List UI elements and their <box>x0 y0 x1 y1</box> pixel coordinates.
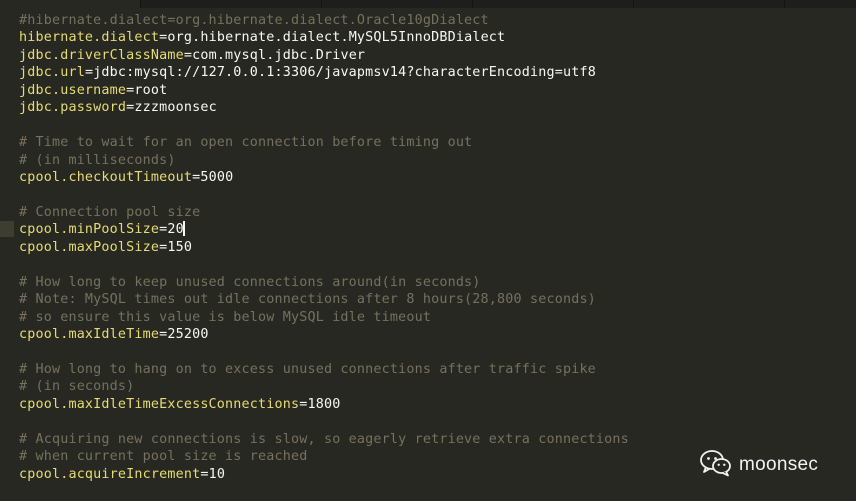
property-key-token: cpool.maxIdleTime <box>19 327 160 342</box>
comment-token: # when current pool size is reached <box>19 449 308 464</box>
property-key-token: cpool.maxIdleTimeExcessConnections <box>19 397 300 412</box>
code-line[interactable]: # Time to wait for an open connection be… <box>19 134 472 151</box>
code-line[interactable]: cpool.acquireIncrement=10 <box>19 466 225 483</box>
code-editor[interactable]: #hibernate.dialect=org.hibernate.dialect… <box>0 12 856 501</box>
property-key-token: cpool.checkoutTimeout <box>19 170 193 185</box>
comment-token: # Note: MySQL times out idle connections… <box>19 292 596 307</box>
property-value-token: com.mysql.jdbc.Driver <box>192 48 366 63</box>
property-value-token: 1800 <box>307 397 341 412</box>
property-key-token: jdbc.username <box>19 83 127 98</box>
code-line[interactable]: # when current pool size is reached <box>19 448 307 465</box>
comment-token: # (in seconds) <box>19 379 135 394</box>
comment-token: # Time to wait for an open connection be… <box>19 135 473 150</box>
code-line[interactable]: jdbc.username=root <box>19 82 167 99</box>
watermark: moonsec <box>700 450 818 480</box>
code-line[interactable]: # (in seconds) <box>19 378 134 395</box>
comment-token: # (in milliseconds) <box>19 153 176 168</box>
property-value-token: org.hibernate.dialect.MySQL5InnoDBDialec… <box>167 30 506 45</box>
property-key-token: hibernate.dialect <box>19 30 160 45</box>
code-line[interactable]: # Note: MySQL times out idle connections… <box>19 291 596 308</box>
property-value-token: 150 <box>167 240 193 255</box>
property-key-token: cpool.maxPoolSize <box>19 240 160 255</box>
code-line[interactable]: cpool.maxIdleTime=25200 <box>19 326 209 343</box>
property-key-token: jdbc.url <box>19 65 85 80</box>
equals-token: = <box>183 48 193 63</box>
code-line[interactable]: jdbc.driverClassName=com.mysql.jdbc.Driv… <box>19 47 365 64</box>
code-line[interactable]: cpool.checkoutTimeout=5000 <box>19 169 233 186</box>
equals-token: = <box>84 65 94 80</box>
code-line[interactable]: cpool.maxIdleTimeExcessConnections=1800 <box>19 396 340 413</box>
current-line-gutter-marker <box>0 221 14 237</box>
code-line[interactable]: # Acquiring new connections is slow, so … <box>19 431 629 448</box>
text-caret <box>182 221 185 236</box>
comment-token: # Acquiring new connections is slow, so … <box>19 432 629 447</box>
property-value-token: 20 <box>167 222 184 237</box>
comment-token: # How long to hang on to excess unused c… <box>19 362 596 377</box>
tab-bar <box>0 0 856 8</box>
code-line[interactable]: # so ensure this value is below MySQL id… <box>19 309 431 326</box>
tab[interactable] <box>322 0 473 8</box>
property-key-token: jdbc.driverClassName <box>19 48 184 63</box>
code-line[interactable]: jdbc.url=jdbc:mysql://127.0.0.1:3306/jav… <box>19 64 596 81</box>
property-key-token: jdbc.password <box>19 100 127 115</box>
property-value-token: root <box>134 83 168 98</box>
comment-token: # so ensure this value is below MySQL id… <box>19 310 432 325</box>
property-value-token: 5000 <box>200 170 234 185</box>
property-key-token: cpool.acquireIncrement <box>19 467 201 482</box>
code-line[interactable]: cpool.minPoolSize=20 <box>19 221 185 238</box>
comment-token: # Connection pool size <box>19 205 201 220</box>
property-value-token: 25200 <box>167 327 209 342</box>
comment-token: #hibernate.dialect=org.hibernate.dialect… <box>19 13 489 28</box>
tab-active[interactable] <box>0 0 141 8</box>
code-line[interactable]: jdbc.password=zzzmoonsec <box>19 99 217 116</box>
watermark-text: moonsec <box>739 454 819 475</box>
code-line[interactable]: # How long to keep unused connections ar… <box>19 274 481 291</box>
code-line[interactable]: # Connection pool size <box>19 204 200 221</box>
code-line[interactable]: hibernate.dialect=org.hibernate.dialect.… <box>19 29 505 46</box>
comment-token: # How long to keep unused connections ar… <box>19 275 481 290</box>
tab[interactable] <box>473 0 634 8</box>
code-line[interactable]: # How long to hang on to excess unused c… <box>19 361 596 378</box>
code-line[interactable]: #hibernate.dialect=org.hibernate.dialect… <box>19 12 489 29</box>
property-value-token: zzzmoonsec <box>134 100 217 115</box>
tab[interactable] <box>141 0 322 8</box>
property-key-token: cpool.minPoolSize <box>19 222 160 237</box>
wechat-icon <box>700 449 732 481</box>
property-value-token: jdbc:mysql://127.0.0.1:3306/javapmsv14?c… <box>93 65 596 80</box>
tab[interactable] <box>634 0 785 8</box>
code-line[interactable]: cpool.maxPoolSize=150 <box>19 239 192 256</box>
code-line[interactable]: # (in milliseconds) <box>19 152 176 169</box>
property-value-token: 10 <box>208 467 226 482</box>
equals-token: = <box>200 467 209 482</box>
